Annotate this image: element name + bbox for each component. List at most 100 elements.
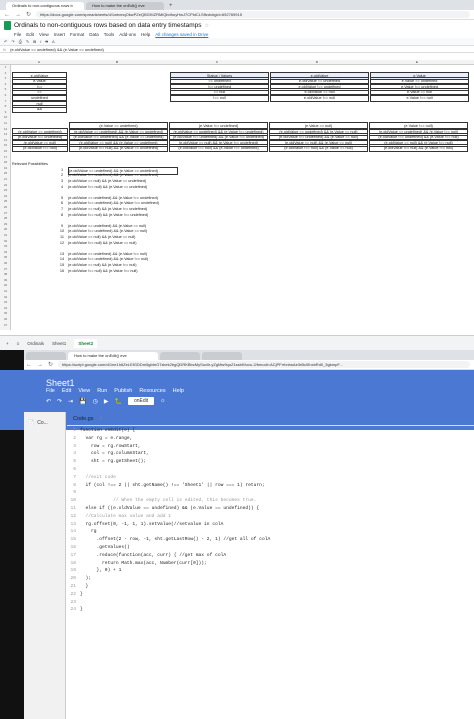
row-number[interactable]: 33 — [0, 244, 11, 248]
row-number[interactable]: 35 — [0, 255, 11, 259]
row-number[interactable]: 46 — [0, 317, 11, 321]
row-number[interactable]: 24 — [0, 194, 11, 198]
menu-addons[interactable]: Add-ons — [119, 31, 136, 38]
column-header[interactable]: A — [11, 60, 67, 65]
add-sheet-icon[interactable]: + — [6, 341, 9, 346]
row-number[interactable]: 32 — [0, 239, 11, 243]
browser-tab[interactable] — [26, 352, 66, 360]
row-number[interactable]: 30 — [0, 227, 11, 231]
row-number[interactable]: 38 — [0, 272, 11, 276]
row-number[interactable]: 28 — [0, 216, 11, 220]
browser-tab[interactable] — [202, 352, 242, 360]
menu-tools[interactable]: Tools — [104, 31, 115, 38]
strikethrough-icon[interactable]: S — [45, 39, 48, 44]
possibility-text[interactable]: (e.oldValue !== null) && (e.Value == und… — [68, 184, 178, 190]
possibility-text[interactable]: (e.oldValue !== null) && (e.Value !== un… — [68, 212, 178, 218]
paint-format-icon[interactable]: ✎ — [26, 39, 29, 44]
forward-icon[interactable]: → — [15, 10, 21, 20]
sheet-tab[interactable]: Ordinals — [27, 341, 44, 346]
matrix-cell[interactable]: (e.oldValue !== null) && (e.Value == und… — [69, 144, 168, 153]
row-number[interactable]: 5 — [0, 87, 11, 91]
possibility-text[interactable]: (e.oldValue !== null) && (e.Value == nul… — [68, 240, 178, 246]
debug-icon[interactable]: 🐛 — [114, 398, 121, 405]
text-color-icon[interactable]: A — [52, 39, 55, 44]
row-number[interactable]: 7 — [0, 99, 11, 103]
row-number[interactable]: 16 — [0, 149, 11, 153]
menu-help[interactable]: Help — [141, 31, 150, 38]
row-number[interactable]: 34 — [0, 250, 11, 254]
menu-view[interactable]: View — [78, 388, 90, 394]
column-header[interactable]: C — [167, 60, 267, 65]
menu-view[interactable]: View — [39, 31, 49, 38]
redo-icon[interactable]: ↷ — [57, 398, 62, 405]
new-tab-button[interactable]: + — [166, 2, 176, 10]
status-cell[interactable]: e.Value !== null — [370, 94, 469, 102]
row-number[interactable]: 45 — [0, 311, 11, 315]
row-number[interactable]: 41 — [0, 289, 11, 293]
row-number[interactable]: 9 — [0, 110, 11, 114]
row-number[interactable]: 36 — [0, 261, 11, 265]
possibility-number[interactable]: 4 — [58, 184, 66, 190]
row-number[interactable]: 27 — [0, 211, 11, 215]
row-number[interactable]: 39 — [0, 278, 11, 282]
run-icon[interactable]: ▶ — [104, 398, 109, 405]
menu-resources[interactable]: Resources — [139, 388, 165, 394]
row-number[interactable]: 37 — [0, 267, 11, 271]
address-input[interactable]: https://docs.google.com/spreadsheets/d/1… — [36, 11, 470, 18]
code-line[interactable]: return Math.max(acc, Number(curr[0])); — [80, 561, 207, 566]
lightbulb-icon[interactable]: ☼ — [160, 398, 166, 404]
row-number[interactable]: 20 — [0, 171, 11, 175]
row-number[interactable]: 21 — [0, 177, 11, 181]
code-line[interactable]: .reduce(function(acc, curr) { //get max … — [80, 553, 227, 558]
italic-icon[interactable]: I — [40, 39, 41, 44]
code-line[interactable]: sht = rg.getSheet(); — [80, 459, 146, 464]
row-number[interactable]: 17 — [0, 155, 11, 159]
row-number[interactable]: 44 — [0, 306, 11, 310]
file-item[interactable]: 📄 Co... — [28, 420, 48, 426]
code-line[interactable]: .offset(2 - row, -1, sht.getLastRow() - … — [80, 537, 271, 542]
row-number[interactable]: 12 — [0, 127, 11, 131]
star-icon[interactable]: ☆ — [205, 23, 209, 29]
menu-edit[interactable]: Edit — [62, 388, 71, 394]
browser-tab[interactable] — [160, 352, 200, 360]
matrix-cell[interactable]: (e.oldValue !== null) && (e.Value !== un… — [169, 144, 268, 153]
code-line[interactable]: }, 0) + 1 — [80, 568, 122, 573]
matrix-cell[interactable]: (e.oldValue !== null) — [12, 144, 68, 153]
row-number[interactable]: 11 — [0, 121, 11, 125]
back-icon[interactable]: ← — [26, 360, 32, 370]
indent-icon[interactable]: ⇥ — [68, 398, 73, 405]
row-number[interactable]: 29 — [0, 222, 11, 226]
row-number[interactable]: 43 — [0, 300, 11, 304]
code-line[interactable]: rg.offset(0, -1, 1, 1).setValue(//setval… — [80, 522, 224, 527]
browser-tab[interactable]: How to make the onEdit() eve — [68, 352, 158, 360]
row-number[interactable]: 2 — [0, 71, 11, 75]
all-sheets-icon[interactable]: ≡ — [17, 341, 20, 346]
sheet-tab[interactable]: Sheet1 — [52, 341, 66, 346]
code-line[interactable]: rg — [80, 529, 97, 534]
clock-icon[interactable]: ◷ — [93, 398, 98, 405]
sheet-tab-active[interactable]: Sheet2 — [74, 338, 98, 348]
code-line[interactable]: .getValues() — [80, 545, 130, 550]
row-number[interactable]: 6 — [0, 93, 11, 97]
editor-tab[interactable]: Code.gs × — [67, 412, 474, 426]
code-line[interactable]: else if ((e.oldValue == undefined) && (e… — [80, 506, 260, 511]
code-line[interactable]: var rg = e.range, — [80, 436, 133, 441]
row-number[interactable]: 26 — [0, 205, 11, 209]
close-icon[interactable]: × — [99, 416, 102, 422]
spreadsheet-grid[interactable]: A B C D E 1 2 3 4 5 6 7 8 9 10 11 12 13 14 15 16 17 18 19 2… — [0, 60, 474, 330]
row-number[interactable]: 3 — [0, 76, 11, 80]
status-cell[interactable]: e.oldValue !== null — [270, 94, 369, 102]
doc-title[interactable]: Ordinals to non-contiguous rows based on… — [14, 22, 202, 29]
saved-status[interactable]: All changes saved in Drive — [155, 31, 208, 38]
code-line[interactable]: //Calculate max value and add 1 — [80, 514, 171, 519]
possibility-number[interactable]: 12 — [58, 240, 66, 246]
row-number[interactable]: 47 — [0, 323, 11, 327]
matrix-cell[interactable]: (e.oldValue !== null) && (e.Value !== nu… — [369, 144, 468, 153]
row-number[interactable]: 25 — [0, 199, 11, 203]
possibility-text[interactable]: (e.oldValue !== null) && (e.Value !== nu… — [68, 268, 178, 274]
function-select[interactable]: onEdit — [127, 397, 155, 405]
row-number[interactable]: 19 — [0, 166, 11, 170]
project-title[interactable]: Sheet1 — [46, 378, 75, 388]
menu-data[interactable]: Data — [89, 31, 99, 38]
sheets-logo-icon[interactable] — [4, 21, 11, 30]
